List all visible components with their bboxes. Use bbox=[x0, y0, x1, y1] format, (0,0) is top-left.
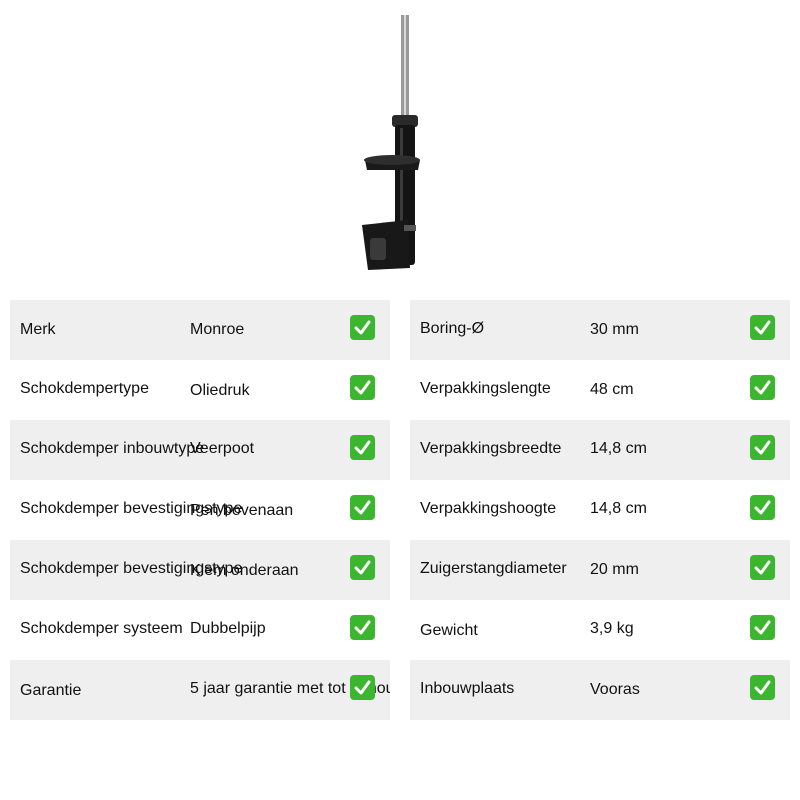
row-label: Merk bbox=[20, 321, 56, 338]
table-row: Verpakkingshoogte 14,8 cm bbox=[410, 480, 790, 540]
table-row: Schokdemper bevestigingstype Pen bovenaa… bbox=[10, 480, 390, 540]
row-value: 14,8 cm bbox=[590, 440, 647, 457]
row-value: Klem onderaan bbox=[190, 562, 299, 579]
row-value: 30 mm bbox=[590, 321, 639, 338]
check-mark-icon bbox=[750, 375, 775, 400]
row-value: Dubbelpijp bbox=[190, 620, 266, 637]
row-value: Pen bovenaan bbox=[190, 502, 294, 519]
spec-table-right: Boring-Ø 30 mm Verpakkingslengte 48 cm V… bbox=[410, 300, 790, 720]
row-value: 3,9 kg bbox=[590, 620, 634, 637]
row-value: 20 mm bbox=[590, 561, 639, 578]
row-label: Garantie bbox=[20, 682, 82, 699]
row-label: Verpakkingshoogte bbox=[420, 500, 557, 517]
row-label: Schokdemper systeem bbox=[20, 620, 183, 637]
table-row: Verpakkingsbreedte 14,8 cm bbox=[410, 420, 790, 480]
table-row: Zuigerstangdiameter 20 mm bbox=[410, 540, 790, 600]
check-mark-icon bbox=[350, 495, 375, 520]
row-label: Inbouwplaats bbox=[420, 680, 515, 697]
row-value: Monroe bbox=[190, 321, 245, 338]
shock-absorber-image bbox=[340, 10, 440, 275]
row-label: Boring-Ø bbox=[420, 320, 485, 337]
spec-table-left: Merk Monroe Schokdempertype Oliedruk Sch… bbox=[10, 300, 390, 720]
row-label: Schokdemper inbouwtype bbox=[20, 440, 205, 457]
table-row: Gewicht 3,9 kg bbox=[410, 600, 790, 660]
check-mark-icon bbox=[350, 435, 375, 460]
row-label: Schokdempertype bbox=[20, 380, 149, 397]
row-value: 14,8 cm bbox=[590, 500, 647, 517]
check-mark-icon bbox=[350, 555, 375, 580]
check-mark-icon bbox=[750, 555, 775, 580]
check-mark-icon bbox=[750, 615, 775, 640]
row-value: Oliedruk bbox=[190, 382, 250, 399]
check-mark-icon bbox=[350, 675, 375, 700]
table-row: Schokdemper systeem Dubbelpijp bbox=[10, 600, 390, 660]
check-mark-icon bbox=[750, 675, 775, 700]
table-row: Garantie 5 jaar garantie met tot behoud bbox=[10, 660, 390, 720]
table-row: Merk Monroe bbox=[10, 300, 390, 360]
row-value: Veerpoot bbox=[190, 440, 255, 457]
table-row: Inbouwplaats Vooras bbox=[410, 660, 790, 720]
row-label: Verpakkingslengte bbox=[420, 380, 551, 397]
table-row: Schokdempertype Oliedruk bbox=[10, 360, 390, 420]
row-label: Gewicht bbox=[420, 622, 478, 639]
check-mark-icon bbox=[750, 495, 775, 520]
check-mark-icon bbox=[350, 375, 375, 400]
check-mark-icon bbox=[350, 315, 375, 340]
row-label: Zuigerstangdiameter bbox=[420, 560, 567, 577]
row-value: Vooras bbox=[590, 681, 640, 698]
row-value: 48 cm bbox=[590, 381, 634, 398]
check-mark-icon bbox=[750, 315, 775, 340]
check-mark-icon bbox=[750, 435, 775, 460]
table-row: Verpakkingslengte 48 cm bbox=[410, 360, 790, 420]
check-mark-icon bbox=[350, 615, 375, 640]
table-row: Schokdemper bevestigingstype Klem ondera… bbox=[10, 540, 390, 600]
table-row: Boring-Ø 30 mm bbox=[410, 300, 790, 360]
table-row: Schokdemper inbouwtype Veerpoot bbox=[10, 420, 390, 480]
row-label: Verpakkingsbreedte bbox=[420, 440, 562, 457]
